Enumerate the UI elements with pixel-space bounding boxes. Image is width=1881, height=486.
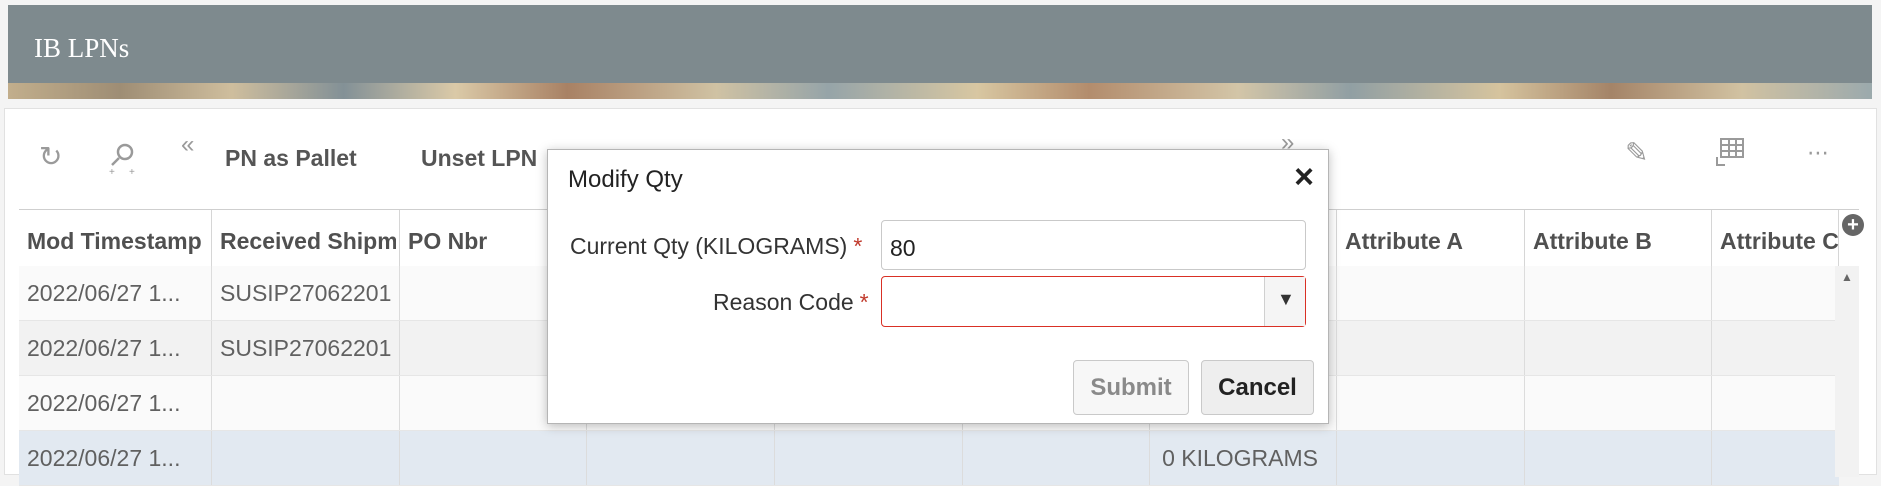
table-row-selected[interactable]: 2022/06/27 1... 0 KILOGRAMS (19, 431, 1839, 486)
unset-lpn-action[interactable]: Unset LPN (421, 145, 537, 172)
scroll-left-icon[interactable]: « (181, 131, 194, 159)
page-title: IB LPNs (34, 33, 130, 63)
close-icon[interactable]: × (1294, 158, 1314, 197)
add-column-icon[interactable]: + (1842, 214, 1864, 236)
decorative-banner (8, 83, 1872, 99)
column-header-attribute-c[interactable]: Attribute C (1712, 210, 1839, 266)
search-icon[interactable]: + + (109, 141, 139, 180)
svg-text:+: + (109, 167, 115, 175)
column-header-mod-timestamp[interactable]: Mod Timestamp (19, 210, 212, 266)
reason-code-select[interactable]: ▼ (881, 276, 1306, 327)
qty-cell: 0 KILOGRAMS (1162, 445, 1318, 471)
refresh-icon[interactable]: ↻ (39, 143, 62, 171)
column-header-attribute-a[interactable]: Attribute A (1337, 210, 1525, 266)
column-header-received-shipment[interactable]: Received Shipm (212, 210, 400, 266)
reason-code-label: Reason Code * (713, 289, 869, 315)
dialog-title: Modify Qty (568, 166, 683, 193)
scroll-up-icon[interactable]: ▲ (1841, 270, 1853, 284)
edit-icon[interactable]: ✎ (1625, 139, 1648, 167)
submit-button[interactable]: Submit (1073, 360, 1189, 415)
dropdown-toggle[interactable]: ▼ (1264, 277, 1305, 326)
grid-settings-icon[interactable] (1715, 137, 1745, 172)
chevron-down-icon: ▼ (1277, 289, 1295, 309)
column-header-attribute-b[interactable]: Attribute B (1525, 210, 1712, 266)
more-options-icon[interactable]: ⋯ (1807, 139, 1829, 167)
required-indicator: * (853, 233, 863, 259)
required-indicator: * (859, 289, 869, 315)
modify-qty-dialog: Modify Qty × Current Qty (KILOGRAMS) * 80… (547, 149, 1329, 424)
current-qty-input[interactable]: 80 (881, 220, 1306, 270)
cancel-button[interactable]: Cancel (1201, 360, 1314, 415)
set-pallet-action[interactable]: PN as Pallet (225, 145, 357, 172)
svg-text:+: + (129, 167, 135, 175)
current-qty-label: Current Qty (KILOGRAMS) * (570, 233, 863, 259)
vertical-scrollbar[interactable]: ▲ (1835, 266, 1859, 477)
page-header: IB LPNs (8, 5, 1872, 83)
